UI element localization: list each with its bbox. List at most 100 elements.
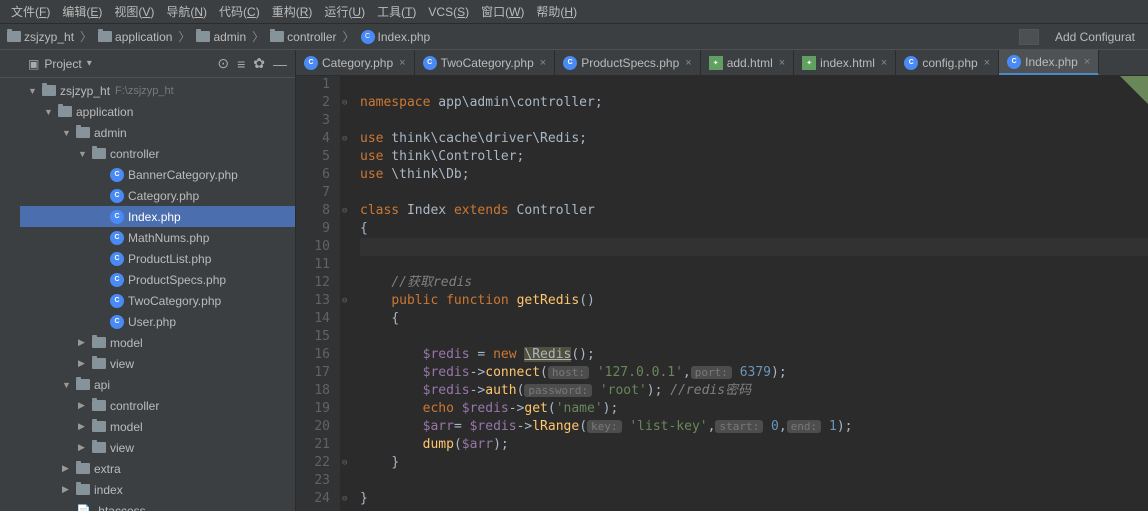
- tree-node[interactable]: view: [20, 437, 295, 458]
- fold-icon[interactable]: ⊖: [342, 292, 347, 310]
- code-editor[interactable]: 123456789101112131415161718192021222324 …: [296, 76, 1148, 511]
- close-icon[interactable]: ×: [685, 57, 691, 69]
- tree-label: Category.php: [128, 189, 199, 203]
- project-tree: zsjzyp_htF:\zsjzyp_htapplicationadmincon…: [0, 78, 295, 511]
- editor-tab[interactable]: CTwoCategory.php×: [415, 50, 556, 75]
- tree-node[interactable]: zsjzyp_htF:\zsjzyp_ht: [20, 80, 295, 101]
- build-button[interactable]: [1019, 29, 1039, 45]
- editor-tab[interactable]: ✦index.html×: [794, 50, 896, 75]
- menu-item[interactable]: 编辑(E): [56, 3, 108, 20]
- tree-label: .htaccess: [95, 504, 146, 511]
- tree-node[interactable]: CIndex.php: [20, 206, 295, 227]
- tree-node[interactable]: CUser.php: [20, 311, 295, 332]
- folder-icon: [92, 442, 106, 453]
- close-icon[interactable]: ×: [540, 57, 546, 69]
- folder-icon: [76, 484, 90, 495]
- chevron-right-icon[interactable]: [62, 463, 72, 474]
- fold-icon[interactable]: ⊖: [342, 202, 347, 220]
- html-icon: ✦: [709, 56, 723, 70]
- tree-node[interactable]: 📄.htaccess: [20, 500, 295, 511]
- chevron-down-icon[interactable]: [62, 380, 72, 390]
- tree-node[interactable]: CCategory.php: [20, 185, 295, 206]
- tree-node[interactable]: CMathNums.php: [20, 227, 295, 248]
- tree-label: api: [94, 378, 110, 392]
- fold-icon[interactable]: ⊖: [342, 130, 347, 148]
- editor-tab[interactable]: CCategory.php×: [296, 50, 415, 75]
- tree-node[interactable]: model: [20, 416, 295, 437]
- sidebar-toolbar: ⊙ ≡ ✿ —: [217, 55, 287, 72]
- tree-label: controller: [110, 399, 159, 413]
- settings-icon[interactable]: ≡: [237, 56, 245, 72]
- close-icon[interactable]: ×: [779, 57, 785, 69]
- menu-item[interactable]: 帮助(H): [530, 3, 583, 20]
- code-content[interactable]: namespace app\admin\controller; use thin…: [352, 76, 1148, 511]
- menu-item[interactable]: 窗口(W): [475, 3, 530, 20]
- tree-node[interactable]: CTwoCategory.php: [20, 290, 295, 311]
- folder-icon: [76, 127, 90, 138]
- gear-icon[interactable]: ✿: [253, 55, 265, 72]
- fold-icon[interactable]: ⊖: [342, 454, 347, 472]
- php-icon: C: [110, 294, 124, 308]
- chevron-right-icon[interactable]: [78, 337, 88, 348]
- tree-node[interactable]: controller: [20, 395, 295, 416]
- tab-label: ProductSpecs.php: [581, 56, 679, 70]
- tree-node[interactable]: CBannerCategory.php: [20, 164, 295, 185]
- tree-hint: F:\zsjzyp_ht: [115, 85, 174, 97]
- tree-node[interactable]: index: [20, 479, 295, 500]
- chevron-down-icon[interactable]: [44, 107, 54, 117]
- chevron-down-icon[interactable]: [28, 86, 38, 96]
- tree-label: BannerCategory.php: [128, 168, 238, 182]
- php-icon: C: [110, 210, 124, 224]
- hide-icon[interactable]: —: [273, 56, 287, 72]
- tree-node[interactable]: model: [20, 332, 295, 353]
- chevron-right-icon[interactable]: [62, 484, 72, 495]
- breadcrumb-item[interactable]: zsjzyp_ht: [5, 30, 76, 44]
- fold-icon[interactable]: ⊖: [342, 490, 347, 508]
- close-icon[interactable]: ×: [984, 57, 990, 69]
- tree-node[interactable]: application: [20, 101, 295, 122]
- menu-item[interactable]: 重构(R): [266, 3, 319, 20]
- tree-node[interactable]: controller: [20, 143, 295, 164]
- chevron-right-icon[interactable]: [78, 358, 88, 369]
- tree-node[interactable]: admin: [20, 122, 295, 143]
- menu-item[interactable]: VCS(S): [422, 5, 475, 19]
- menu-item[interactable]: 运行(U): [318, 3, 371, 20]
- tree-node[interactable]: CProductList.php: [20, 248, 295, 269]
- chevron-down-icon[interactable]: [62, 128, 72, 138]
- php-icon: C: [423, 56, 437, 70]
- chevron-right-icon[interactable]: [78, 400, 88, 411]
- editor-tab[interactable]: CProductSpecs.php×: [555, 50, 701, 75]
- menu-item[interactable]: 代码(C): [213, 3, 266, 20]
- fold-icon[interactable]: ⊖: [342, 94, 347, 112]
- line-gutter: 123456789101112131415161718192021222324: [296, 76, 340, 511]
- tree-label: index: [94, 483, 123, 497]
- breadcrumb-item[interactable]: application: [96, 30, 174, 44]
- chevron-right-icon: 〉: [341, 28, 357, 45]
- editor-tab[interactable]: Cconfig.php×: [896, 50, 999, 75]
- breadcrumb-item[interactable]: admin: [194, 30, 248, 44]
- editor-tab[interactable]: ✦add.html×: [701, 50, 794, 75]
- tree-label: MathNums.php: [128, 231, 209, 245]
- chevron-right-icon[interactable]: [78, 421, 88, 432]
- tree-node[interactable]: CProductSpecs.php: [20, 269, 295, 290]
- run-config[interactable]: Add Configurat: [1047, 30, 1143, 44]
- editor-tab[interactable]: CIndex.php×: [999, 50, 1099, 75]
- close-icon[interactable]: ×: [1084, 56, 1090, 68]
- close-icon[interactable]: ×: [881, 57, 887, 69]
- menu-item[interactable]: 导航(N): [160, 3, 213, 20]
- close-icon[interactable]: ×: [399, 57, 405, 69]
- breadcrumb-item[interactable]: controller: [268, 30, 338, 44]
- folder-icon: [58, 106, 72, 117]
- menu-item[interactable]: 工具(T): [371, 3, 422, 20]
- collapse-icon[interactable]: ⊙: [217, 55, 229, 72]
- menu-item[interactable]: 文件(F): [5, 3, 56, 20]
- tree-node[interactable]: extra: [20, 458, 295, 479]
- chevron-right-icon[interactable]: [78, 442, 88, 453]
- breadcrumb-item[interactable]: CIndex.php: [359, 30, 433, 44]
- tree-node[interactable]: api: [20, 374, 295, 395]
- php-icon: C: [110, 315, 124, 329]
- tab-label: Category.php: [322, 56, 393, 70]
- tree-node[interactable]: view: [20, 353, 295, 374]
- menu-item[interactable]: 视图(V): [108, 3, 160, 20]
- chevron-down-icon[interactable]: [78, 149, 88, 159]
